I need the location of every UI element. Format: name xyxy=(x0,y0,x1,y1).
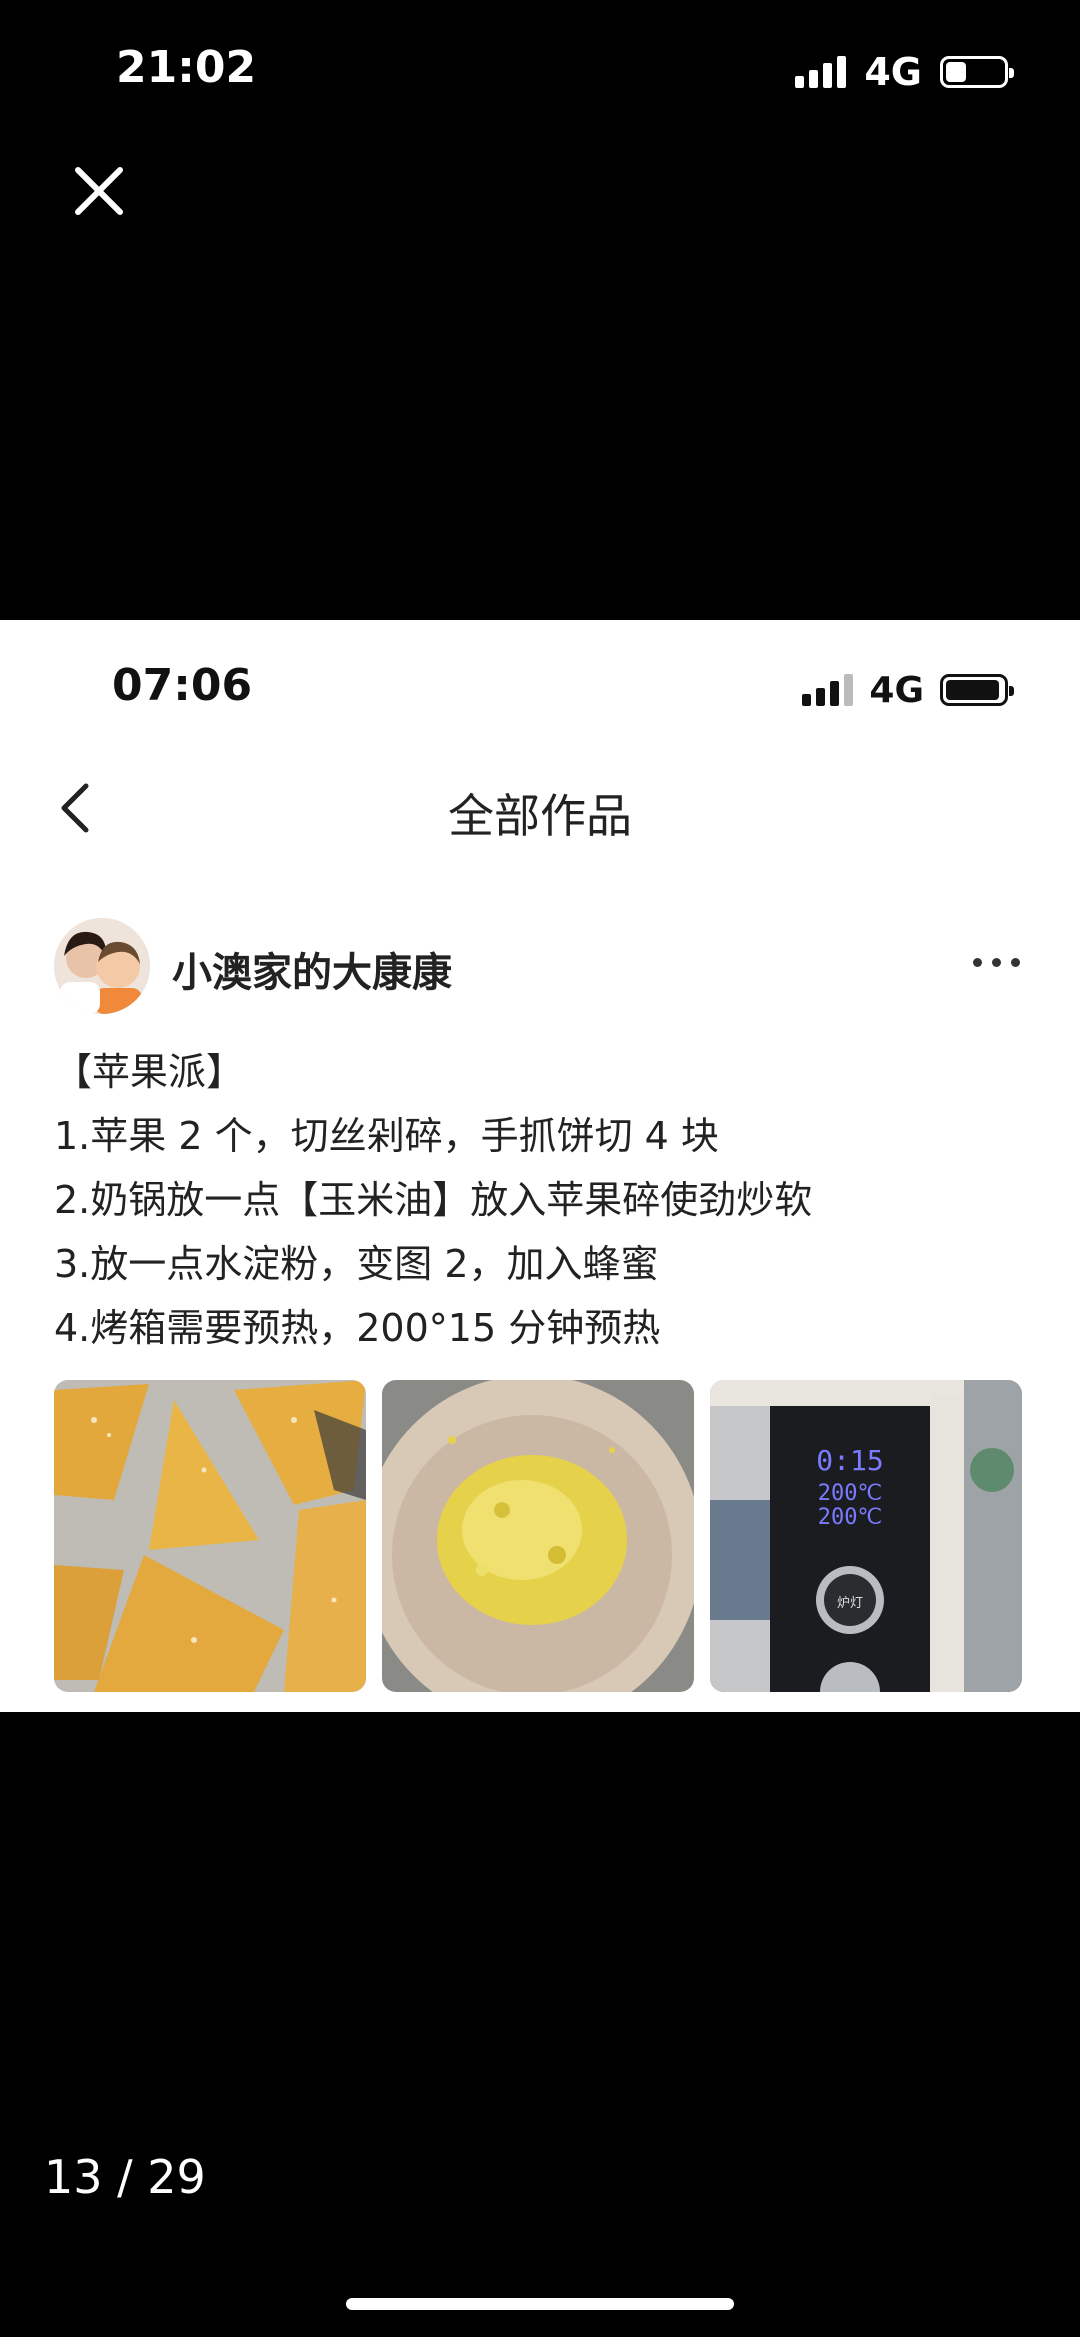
inner-signal-icon xyxy=(802,674,854,706)
inner-network-type: 4G xyxy=(869,669,924,711)
avatar xyxy=(54,918,150,1014)
inner-status-indicators: 4G xyxy=(802,666,1014,714)
status-indicators: 4G xyxy=(795,48,1014,96)
oven-knob-label: 炉灯 xyxy=(837,1596,863,1611)
oven-top-temp: 200℃ xyxy=(818,1481,882,1506)
close-icon[interactable] xyxy=(66,158,132,224)
recipe-line: 3.放一点水淀粉，变图 2，加入蜂蜜 xyxy=(54,1242,659,1286)
recipe-text: 【苹果派】 1.苹果 2 个，切丝剁碎，手抓饼切 4 块 2.奶锅放一点【玉米油… xyxy=(54,1040,1034,1360)
recipe-line: 2.奶锅放一点【玉米油】放入苹果碎使劲炒软 xyxy=(54,1178,813,1222)
signal-icon xyxy=(795,56,847,88)
inner-status-time: 07:06 xyxy=(112,660,253,711)
oven-time: 0:15 xyxy=(816,1444,883,1477)
oven-bottom-temp: 200℃ xyxy=(818,1505,882,1530)
recipe-line: 1.苹果 2 个，切丝剁碎，手抓饼切 4 块 xyxy=(54,1114,719,1158)
author-name: 小澳家的大康康 xyxy=(172,950,452,996)
photo-oven: 0:15 200℃ 200℃ 炉灯 xyxy=(710,1380,1022,1692)
photo-apple-filling xyxy=(382,1380,694,1692)
home-indicator[interactable] xyxy=(346,2298,734,2310)
page-counter: 13 / 29 xyxy=(44,2150,206,2204)
viewed-image[interactable]: 07:06 4G 全部作品 小澳家的大康康 【苹果派】 1.苹果 2 个，切丝剁… xyxy=(0,620,1080,1712)
photo-baked-pies xyxy=(54,1380,366,1692)
battery-icon xyxy=(940,56,1014,88)
more-icon xyxy=(973,958,1020,967)
inner-battery-icon xyxy=(940,674,1014,706)
photo-grid: 0:15 200℃ 200℃ 炉灯 xyxy=(54,1380,1022,1692)
page-title: 全部作品 xyxy=(448,789,632,843)
status-time: 21:02 xyxy=(116,42,257,93)
network-type: 4G xyxy=(864,50,922,94)
recipe-line: 4.烤箱需要预热，200°15 分钟预热 xyxy=(54,1306,661,1350)
recipe-line: 【苹果派】 xyxy=(54,1050,245,1094)
